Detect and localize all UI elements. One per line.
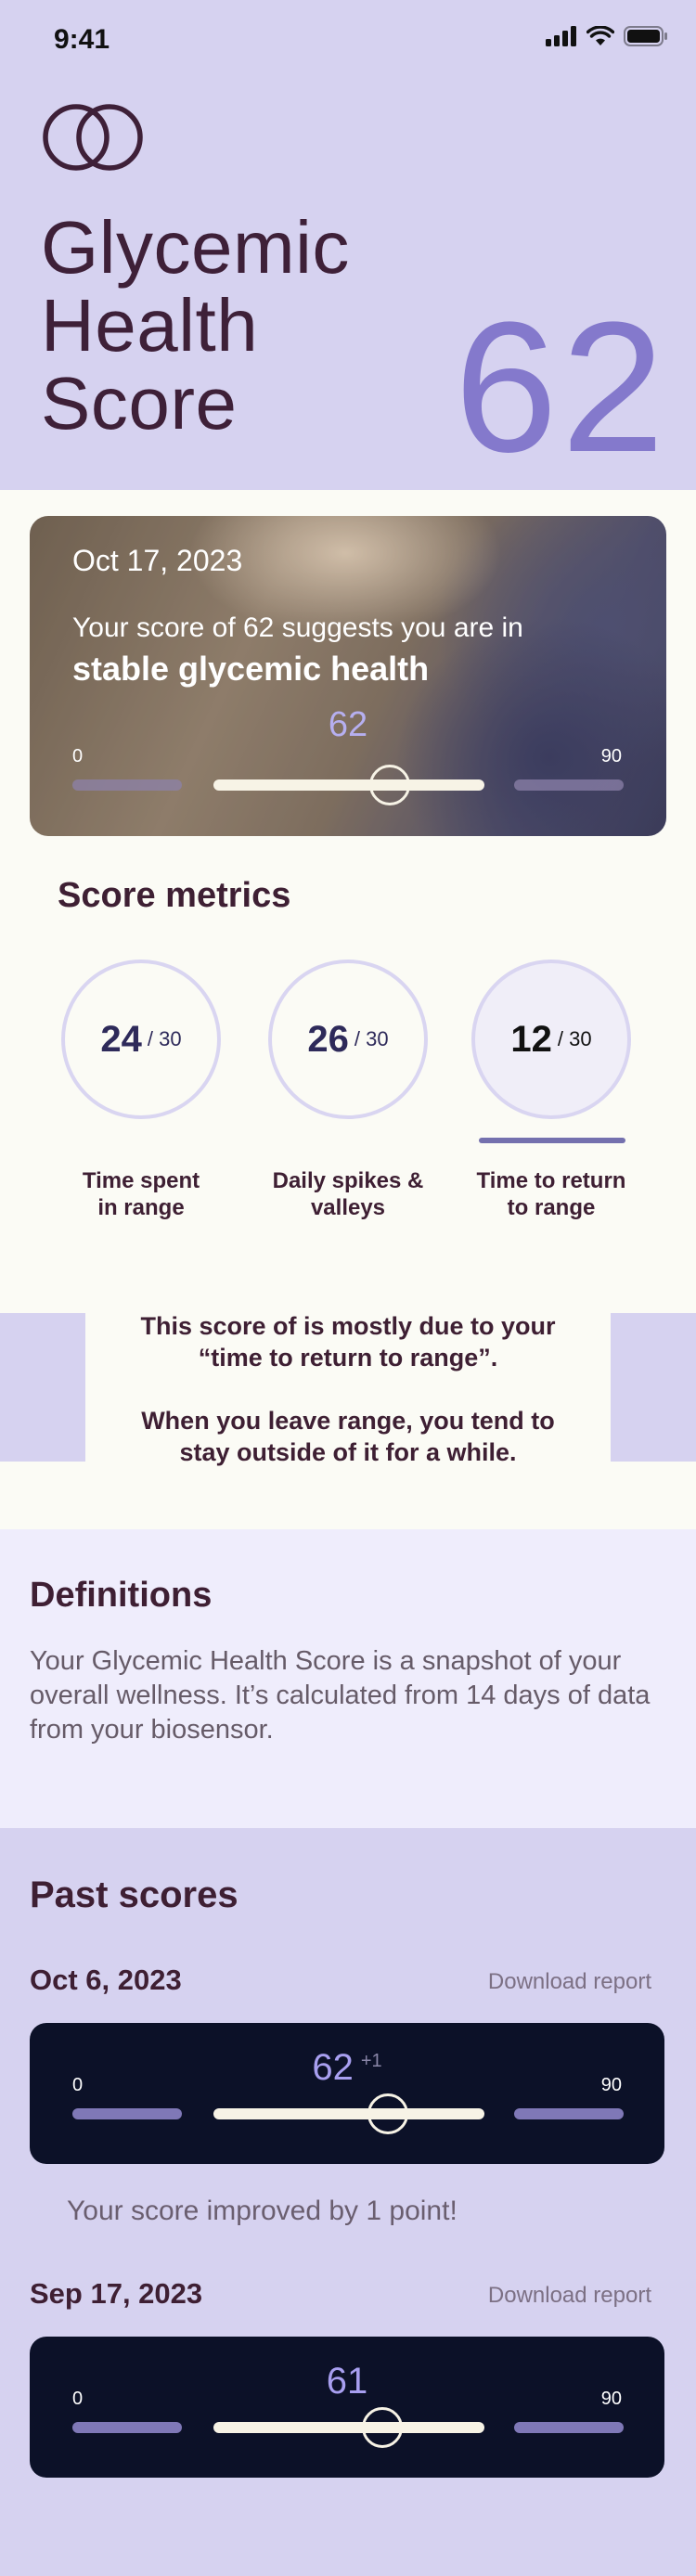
range-min-label: 0: [72, 2389, 84, 2409]
decorative-block: [611, 1313, 696, 1462]
cellular-signal-icon: [546, 26, 576, 46]
slider-knob: [362, 2407, 403, 2448]
logo-rings-icon: [43, 104, 143, 171]
past-scores-section: Past scores Oct 6, 2023 Download report …: [0, 1828, 696, 2576]
slider-knob: [367, 2093, 408, 2134]
slider-track-low: [72, 779, 182, 791]
range-min-label: 0: [72, 2075, 84, 2095]
past-scores-title: Past scores: [30, 1874, 238, 1915]
explanation-line: When you leave range, you tend to: [141, 1407, 555, 1435]
definitions-title: Definitions: [30, 1576, 213, 1615]
explanation-line: stay outside of it for a while.: [179, 1438, 517, 1466]
metric-value: 26: [307, 1018, 349, 1060]
hero-date: Oct 17, 2023: [72, 544, 243, 577]
past-score-date: Sep 17, 2023: [30, 2277, 203, 2310]
score-explanation: This score of is mostly due to your “tim…: [111, 1310, 585, 1468]
metrics-title: Score metrics: [58, 876, 291, 915]
metric-value: 24: [100, 1018, 142, 1060]
metric-label: Time to return to range: [458, 1167, 644, 1221]
score-slider: 0 90: [30, 2075, 666, 2158]
slider-track-target: [213, 779, 484, 791]
selected-indicator: [479, 1138, 625, 1143]
battery-icon: [624, 26, 667, 46]
download-report-link[interactable]: Download report: [488, 2283, 651, 2309]
metric-ring: 24 / 30: [61, 960, 221, 1119]
title-line: Health: [41, 284, 259, 367]
metric-ring: 12 / 30: [471, 960, 631, 1119]
slider-track-high: [514, 779, 624, 791]
decorative-block: [0, 1313, 85, 1462]
past-score-date: Oct 6, 2023: [30, 1964, 182, 1996]
slider-track-target: [213, 2422, 484, 2433]
metric-label-line: to range: [507, 1195, 596, 1220]
metric-label-line: Time to return: [476, 1168, 626, 1193]
metric-label-line: Time spent: [82, 1168, 200, 1193]
explanation-line: This score of is mostly due to your: [140, 1312, 556, 1340]
range-max-label: 90: [600, 746, 622, 766]
hero-summary: Your score of 62 suggests you are in: [72, 612, 523, 643]
metric-label-line: in range: [97, 1195, 185, 1220]
slider-track-high: [514, 2422, 624, 2433]
status-time: 9:41: [54, 24, 110, 55]
metric-ring: 26 / 30: [268, 960, 428, 1119]
metric-denominator: / 30: [557, 1027, 592, 1050]
hero-status: stable glycemic health: [72, 650, 430, 688]
wifi-icon: [586, 26, 614, 45]
download-report-link[interactable]: Download report: [488, 1969, 651, 1995]
slider-track-high: [514, 2108, 624, 2119]
status-icons: [546, 26, 668, 46]
explanation-paragraph: When you leave range, you tend to stay o…: [111, 1405, 585, 1468]
explanation-line: “time to return to range”.: [198, 1344, 498, 1372]
page-title: Glycemic Health Score: [41, 209, 449, 443]
metric-time-in-range[interactable]: 24 / 30 Time spent in range: [48, 960, 234, 1220]
slider-track-low: [72, 2108, 182, 2119]
score-delta: +1: [360, 2051, 382, 2071]
score-value: 62: [454, 284, 668, 491]
metric-denominator: / 30: [147, 1027, 182, 1050]
score-slider: 0 90: [30, 2389, 666, 2472]
metric-label: Time spent in range: [48, 1167, 234, 1221]
header: 9:41 Glycemic Health Score 62: [0, 0, 696, 490]
slider-track-low: [72, 2422, 182, 2433]
slider-track-target: [213, 2108, 484, 2119]
score-slider: 0 90: [30, 746, 666, 830]
metric-label-line: valleys: [310, 1195, 386, 1220]
metric-daily-spikes[interactable]: 26 / 30 Daily spikes & valleys: [255, 960, 441, 1220]
current-score-card: Oct 17, 2023 Your score of 62 suggests y…: [30, 516, 666, 836]
definitions-section: Definitions Your Glycemic Health Score i…: [0, 1529, 696, 1828]
past-score-card[interactable]: 61 0 90: [30, 2337, 664, 2478]
title-line: Glycemic: [41, 206, 350, 289]
range-min-label: 0: [72, 746, 84, 766]
explanation-paragraph: This score of is mostly due to your “tim…: [111, 1310, 585, 1373]
metric-label: Daily spikes & valleys: [255, 1167, 441, 1221]
metric-time-to-return[interactable]: 12 / 30 Time to return to range: [458, 960, 644, 1220]
title-line: Score: [41, 362, 238, 444]
range-max-label: 90: [600, 2075, 622, 2095]
definitions-body: Your Glycemic Health Score is a snapshot…: [30, 1646, 651, 1745]
score-change-note: Your score improved by 1 point!: [67, 2196, 458, 2226]
past-score-card[interactable]: 62 +1 0 90: [30, 2023, 664, 2164]
status-bar: 9:41: [0, 0, 696, 84]
metric-value: 12: [510, 1018, 552, 1060]
slider-knob: [369, 765, 410, 805]
range-max-label: 90: [600, 2389, 622, 2409]
slider-value: 62: [328, 705, 368, 744]
metric-label-line: Daily spikes &: [272, 1168, 424, 1193]
metric-denominator: / 30: [354, 1027, 389, 1050]
